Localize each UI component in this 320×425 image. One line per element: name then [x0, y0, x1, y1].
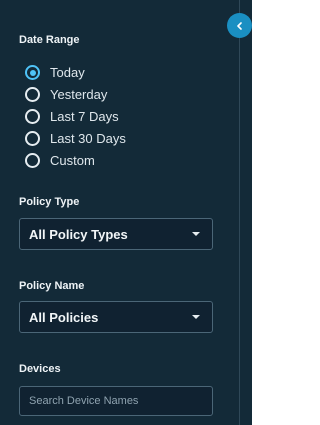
- policy-name-value: All Policies: [29, 309, 99, 325]
- device-search-input[interactable]: [19, 386, 213, 416]
- radio-label: Yesterday: [50, 87, 108, 102]
- radio-label: Today: [50, 65, 85, 80]
- radio-option-custom[interactable]: Custom: [25, 153, 95, 168]
- caret-down-icon: [192, 315, 200, 319]
- policy-type-value: All Policy Types: [29, 226, 128, 242]
- radio-button[interactable]: [25, 109, 40, 124]
- policy-type-select[interactable]: All Policy Types: [19, 218, 213, 250]
- radio-option-last-30-days[interactable]: Last 30 Days: [25, 131, 126, 146]
- radio-label: Last 7 Days: [50, 109, 119, 124]
- radio-option-today[interactable]: Today: [25, 65, 85, 80]
- devices-label: Devices: [19, 363, 61, 375]
- panel-divider: [239, 0, 240, 425]
- radio-button[interactable]: [25, 131, 40, 146]
- radio-label: Last 30 Days: [50, 131, 126, 146]
- radio-button-selected[interactable]: [25, 65, 40, 80]
- collapse-panel-button[interactable]: [227, 13, 252, 38]
- radio-option-last-7-days[interactable]: Last 7 Days: [25, 109, 119, 124]
- radio-button[interactable]: [25, 153, 40, 168]
- caret-down-icon: [192, 232, 200, 236]
- policy-name-label: Policy Name: [19, 280, 85, 292]
- radio-option-yesterday[interactable]: Yesterday: [25, 87, 107, 102]
- policy-name-select[interactable]: All Policies: [19, 301, 213, 333]
- chevron-left-icon: [236, 21, 242, 30]
- date-range-label: Date Range: [19, 34, 80, 46]
- radio-label: Custom: [50, 153, 95, 168]
- radio-button[interactable]: [25, 87, 40, 102]
- policy-type-label: Policy Type: [19, 196, 80, 208]
- filter-panel: Date Range Today Yesterday Last 7 Days L…: [0, 0, 252, 425]
